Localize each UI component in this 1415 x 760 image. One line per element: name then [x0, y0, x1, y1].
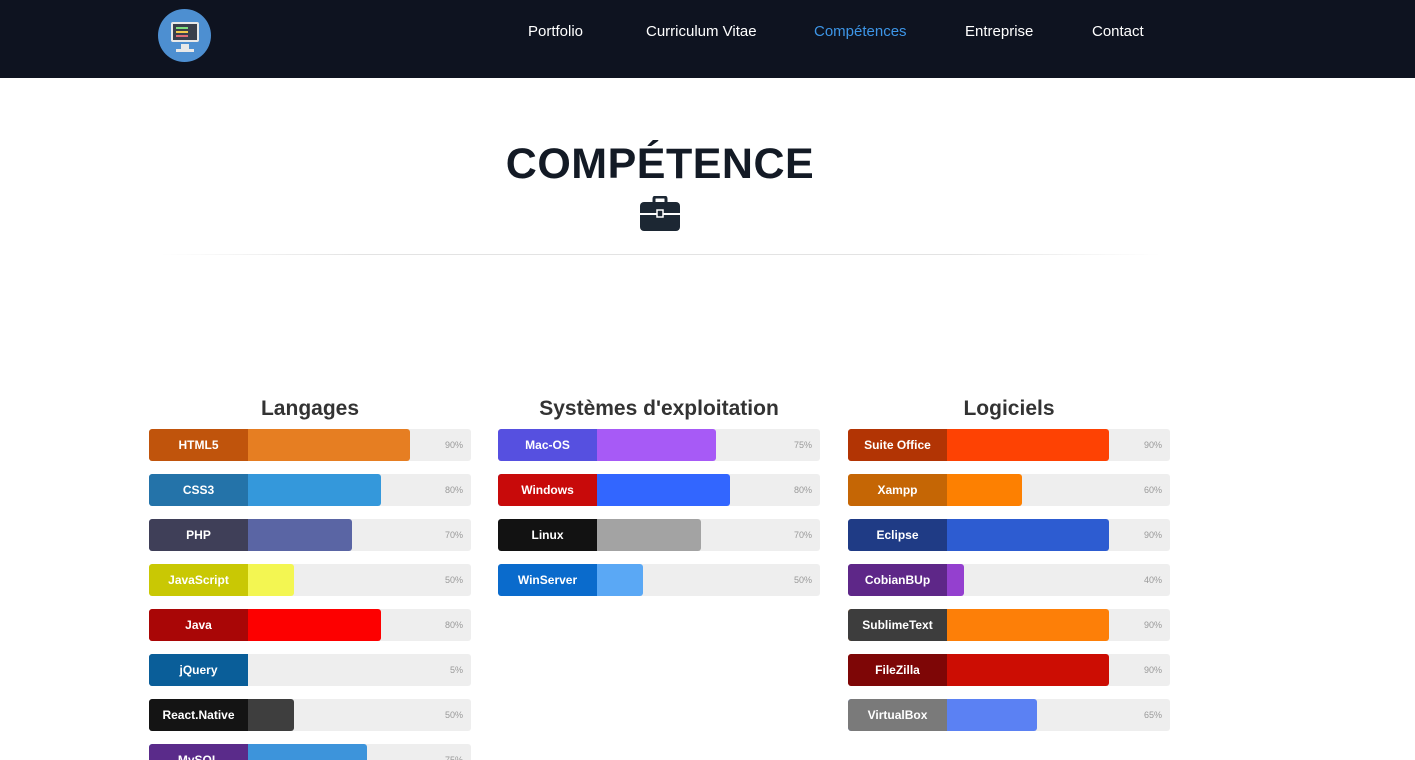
skill-name: Linux — [498, 519, 597, 551]
skill-name: VirtualBox — [848, 699, 947, 731]
skill-name: CobianBUp — [848, 564, 947, 596]
skill-percent: 90% — [1143, 620, 1162, 630]
skill-bar: SublimeText 90% — [848, 609, 1170, 641]
skill-bar: Mac-OS 75% — [498, 429, 820, 461]
skill-bar: PHP 70% — [149, 519, 471, 551]
column-langages: Langages HTML5 90% CSS3 80% PHP 70% JavaScript… — [149, 396, 471, 760]
skill-name: WinServer — [498, 564, 597, 596]
briefcase-icon — [640, 196, 680, 231]
computer-monitor-icon[interactable] — [158, 9, 211, 62]
skill-bar: CSS3 80% — [149, 474, 471, 506]
skill-name: Windows — [498, 474, 597, 506]
skill-percent: 90% — [1143, 440, 1162, 450]
section-title: COMPÉTENCE — [505, 140, 815, 188]
skill-percent: 90% — [1143, 530, 1162, 540]
skill-name: jQuery — [149, 654, 248, 686]
skill-name: SublimeText — [848, 609, 947, 641]
nav-curriculum-vitae[interactable]: Curriculum Vitae — [646, 23, 757, 43]
skill-bar: React.Native 50% — [149, 699, 471, 731]
skill-percent: 65% — [1143, 710, 1162, 720]
skill-name: Xampp — [848, 474, 947, 506]
skill-bar: Java 80% — [149, 609, 471, 641]
section-divider — [160, 254, 1160, 255]
skill-percent: 80% — [444, 485, 463, 495]
skill-bar: CobianBUp 40% — [848, 564, 1170, 596]
skill-name: React.Native — [149, 699, 248, 731]
skill-bar: Linux 70% — [498, 519, 820, 551]
column-systemes: Systèmes d'exploitation Mac-OS 75% Windows… — [498, 396, 820, 596]
column-title: Langages — [260, 397, 360, 420]
skill-percent: 50% — [793, 575, 812, 585]
skill-bar: MySQL 75% — [149, 744, 471, 760]
column-title: Logiciels — [963, 397, 1055, 420]
skill-bar: HTML5 90% — [149, 429, 471, 461]
skill-percent: 50% — [444, 710, 463, 720]
skill-bar: VirtualBox 65% — [848, 699, 1170, 731]
nav-competences[interactable]: Compétences — [814, 23, 907, 43]
skill-percent: 80% — [793, 485, 812, 495]
nav-portfolio[interactable]: Portfolio — [528, 23, 583, 43]
skill-name: Suite Office — [848, 429, 947, 461]
nav-entreprise[interactable]: Entreprise — [965, 23, 1033, 43]
nav-contact[interactable]: Contact — [1092, 23, 1144, 43]
skill-percent: 50% — [444, 575, 463, 585]
column-logiciels: Logiciels Suite Office 90% Xampp 60% Eclipse… — [848, 396, 1170, 731]
skill-bar: Windows 80% — [498, 474, 820, 506]
skill-percent: 75% — [793, 440, 812, 450]
skill-bar: WinServer 50% — [498, 564, 820, 596]
skill-bar: Suite Office 90% — [848, 429, 1170, 461]
skill-name: CSS3 — [149, 474, 248, 506]
skill-percent: 90% — [1143, 665, 1162, 675]
skill-percent: 5% — [449, 665, 463, 675]
skill-percent: 80% — [444, 620, 463, 630]
skill-bar: Xampp 60% — [848, 474, 1170, 506]
skill-name: JavaScript — [149, 564, 248, 596]
skill-percent: 40% — [1143, 575, 1162, 585]
skill-name: Eclipse — [848, 519, 947, 551]
skill-name: PHP — [149, 519, 248, 551]
skill-percent: 70% — [444, 530, 463, 540]
skill-percent: 75% — [444, 755, 463, 760]
skill-bar: FileZilla 90% — [848, 654, 1170, 686]
column-title: Systèmes d'exploitation — [539, 397, 779, 420]
skill-name: Java — [149, 609, 248, 641]
skill-name: Mac-OS — [498, 429, 597, 461]
skill-bar: Eclipse 90% — [848, 519, 1170, 551]
skill-name: HTML5 — [149, 429, 248, 461]
skill-name: FileZilla — [848, 654, 947, 686]
skill-bar: jQuery 5% — [149, 654, 471, 686]
skill-percent: 70% — [793, 530, 812, 540]
skill-bar: JavaScript 50% — [149, 564, 471, 596]
skill-percent: 60% — [1143, 485, 1162, 495]
skill-name: MySQL — [149, 744, 248, 760]
skill-percent: 90% — [444, 440, 463, 450]
navbar: Portfolio Curriculum Vitae Compétences E… — [0, 0, 1415, 78]
